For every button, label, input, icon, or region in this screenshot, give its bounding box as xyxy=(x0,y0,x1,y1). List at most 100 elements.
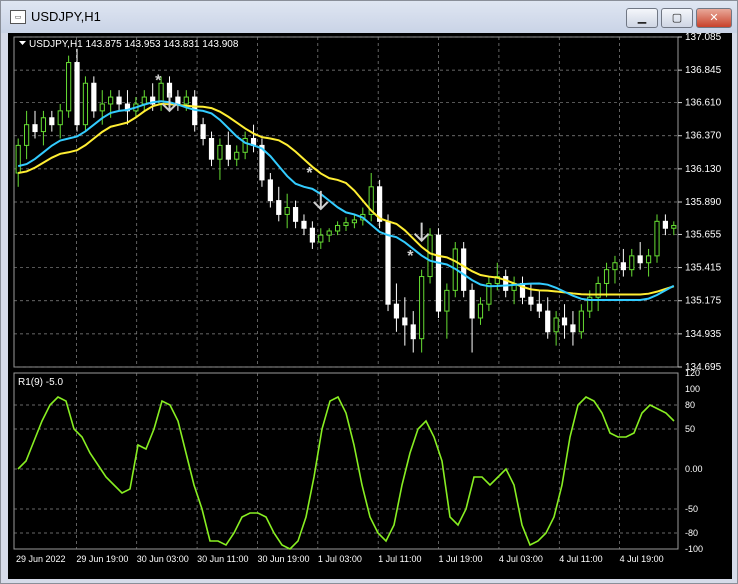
candle-body xyxy=(200,124,206,139)
candle-body xyxy=(318,234,324,243)
oscillator-panel-border xyxy=(13,372,679,550)
oscillator-tick-label: 0.00 xyxy=(685,464,703,474)
candle-body xyxy=(402,317,408,326)
candle-body xyxy=(620,262,626,271)
oscillator-tick-label: 100 xyxy=(685,384,700,394)
candle-body xyxy=(662,220,668,229)
candle-body xyxy=(175,96,181,105)
price-tick-label: 137.085 xyxy=(685,33,722,43)
close-button[interactable]: ✕ xyxy=(696,8,732,28)
candle-body xyxy=(435,234,442,312)
price-tick-label: 136.370 xyxy=(685,131,722,142)
candle-body xyxy=(276,200,282,215)
candle-body xyxy=(91,82,97,112)
candle-body xyxy=(15,144,21,174)
candle-body xyxy=(393,303,400,319)
candle-body xyxy=(292,207,299,222)
candle-body xyxy=(343,222,349,226)
down-arrow-icon xyxy=(413,222,430,243)
chart-area[interactable]: 137.085 136.845 136.610 136.370 136.130 135.8… xyxy=(8,32,732,579)
price-tick-label: 135.415 xyxy=(685,263,722,274)
time-axis-label: 1 Jul 11:00 xyxy=(378,554,421,564)
candle-body xyxy=(284,207,290,215)
dropdown-triangle-icon xyxy=(19,41,26,45)
minimize-button[interactable]: ▁ xyxy=(626,8,658,28)
price-tick-label: 136.845 xyxy=(685,65,722,76)
candle-body xyxy=(301,220,307,229)
candle-body xyxy=(309,227,315,243)
chart-window: ▭ USDJPY,H1 ▁ ▢ ✕ 137.085 136.845 136.610 1… xyxy=(0,0,738,584)
candle-body xyxy=(116,96,122,105)
title-bar[interactable]: ▭ USDJPY,H1 ▁ ▢ ✕ xyxy=(1,1,737,33)
candle-body xyxy=(578,310,584,333)
price-tick-label: 134.935 xyxy=(685,329,722,340)
window-title: USDJPY,H1 xyxy=(31,9,101,24)
candle-body xyxy=(217,144,223,160)
candle-body xyxy=(637,255,643,264)
candle-body xyxy=(461,248,467,291)
close-icon: ✕ xyxy=(709,11,719,24)
candle-body xyxy=(32,124,38,133)
price-chart[interactable]: 137.085 136.845 136.610 136.370 136.130 135.8… xyxy=(8,32,732,579)
price-tick-label: 136.130 xyxy=(685,164,722,175)
time-axis-label: 1 Jul 03:00 xyxy=(318,554,362,564)
star-icon: * xyxy=(407,248,414,265)
candle-body xyxy=(477,303,484,319)
time-axis-label: 29 Jun 2022 xyxy=(16,554,66,564)
candle-body xyxy=(654,220,660,257)
oscillator-tick-label: 50 xyxy=(685,424,695,434)
candle-body xyxy=(671,224,677,229)
oscillator-line xyxy=(17,395,675,550)
chart-window-icon: ▭ xyxy=(10,10,26,24)
candle-body xyxy=(612,262,618,271)
down-arrow-icon xyxy=(313,190,329,211)
maximize-icon: ▢ xyxy=(671,11,683,24)
candle-body xyxy=(444,289,450,312)
oscillator-tick-label: 80 xyxy=(685,400,695,410)
candle-body xyxy=(108,96,114,105)
candle-body xyxy=(208,137,215,160)
candle-body xyxy=(57,110,63,126)
candle-body xyxy=(66,62,72,112)
candle-body xyxy=(74,62,80,126)
candle-body xyxy=(603,269,610,284)
candle-body xyxy=(427,234,433,278)
oscillator-tick-label: -100 xyxy=(685,544,703,554)
time-axis-label: 4 Jul 03:00 xyxy=(499,554,543,564)
oscillator-tick-label: -80 xyxy=(685,528,698,538)
candle-body xyxy=(40,117,47,133)
candle-body xyxy=(553,317,559,333)
price-tick-label: 135.655 xyxy=(685,229,722,240)
candle-body xyxy=(570,324,576,333)
price-tick-label: 136.610 xyxy=(685,98,722,109)
candle-body xyxy=(536,303,542,312)
candle-body xyxy=(234,151,240,160)
oscillator-tick-label: 120 xyxy=(685,368,700,378)
candle-body xyxy=(267,179,273,202)
minimize-icon: ▁ xyxy=(637,11,647,24)
price-tick-label: 135.175 xyxy=(685,296,722,307)
star-icon: * xyxy=(306,165,313,182)
candle-body xyxy=(141,96,147,105)
maximize-button[interactable]: ▢ xyxy=(661,8,693,28)
candle-body xyxy=(24,124,30,146)
candle-body xyxy=(528,296,534,305)
candle-body xyxy=(419,276,425,340)
oscillator-label: R1(9) -5.0 xyxy=(18,377,63,388)
candle-body xyxy=(645,255,652,264)
candle-body xyxy=(334,224,341,232)
symbol-info-label: USDJPY,H1 143.875 143.953 143.831 143.90… xyxy=(29,39,239,50)
time-axis-label: 4 Jul 19:00 xyxy=(620,554,664,564)
time-axis-label: 4 Jul 11:00 xyxy=(559,554,602,564)
candle-body xyxy=(469,289,475,319)
candle-body xyxy=(410,324,416,340)
candle-body xyxy=(99,103,105,112)
ma-fast-line xyxy=(17,100,675,302)
oscillator-tick-label: -50 xyxy=(685,504,698,514)
candle-body xyxy=(225,144,231,160)
candle-body xyxy=(326,230,332,236)
price-tick-label: 135.890 xyxy=(685,197,722,208)
time-axis-label: 1 Jul 19:00 xyxy=(439,554,483,564)
candle-body xyxy=(629,255,635,271)
candle-body xyxy=(183,96,189,105)
